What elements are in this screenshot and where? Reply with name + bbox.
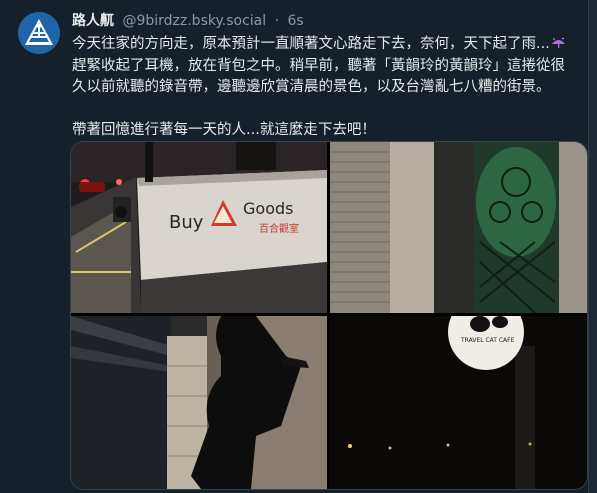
photo-silhouette-figure[interactable] xyxy=(71,316,327,489)
sign-sub-text: 百合觀室 xyxy=(259,222,299,235)
post-text: 今天往家的方向走，原本預計一直順著文心路走下去，奈何，天下起了雨... 趕緊收起… xyxy=(72,34,582,142)
photo-night-cafe-sign[interactable]: TRAVEL CAT CAFE xyxy=(330,316,587,489)
post-text-line-3: 久以前就聽的錄音帶，邊聽邊欣賞清晨的景色，以及台灣亂七八糟的街景。 xyxy=(72,79,551,95)
post-text-line-1: 今天往家的方向走，原本預計一直順著文心路走下去，奈何，天下起了雨... xyxy=(72,36,550,52)
separator: · xyxy=(274,13,280,29)
cafe-sign-text: TRAVEL CAT CAFE xyxy=(460,337,515,344)
scrollbar[interactable] xyxy=(588,0,597,493)
post-time[interactable]: 6s xyxy=(287,13,303,29)
display-name[interactable]: 路人鼿 xyxy=(72,13,114,29)
photo-street-sign[interactable]: Buy Goods 百合觀室 xyxy=(71,142,327,313)
user-handle[interactable]: @9birdzz.bsky.social xyxy=(122,13,266,29)
photo-grid: Buy Goods 百合觀室 TRAVEL CAT CAFE xyxy=(70,141,588,490)
avatar[interactable] xyxy=(18,12,60,54)
sign-brand-text: Buy xyxy=(169,212,204,233)
sign-brand-text-2: Goods xyxy=(243,199,293,218)
pedestrian-crossing-avatar-icon xyxy=(18,12,60,54)
photo-shutter-gate[interactable] xyxy=(330,142,587,313)
post-header: 路人鼿 @9birdzz.bsky.social · 6s xyxy=(72,11,304,31)
post-container: 路人鼿 @9birdzz.bsky.social · 6s 今天往家的方向走，原… xyxy=(0,0,597,493)
post-text-line-5: 帶著回憶進行著每一天的人...就這麼走下去吧！ xyxy=(72,122,376,138)
umbrella-with-rain-icon xyxy=(551,35,566,48)
post-text-line-2: 趕緊收起了耳機，放在背包之中。稍早前，聽著「黃韻玲的黃韻玲」這捲從很 xyxy=(72,57,565,74)
